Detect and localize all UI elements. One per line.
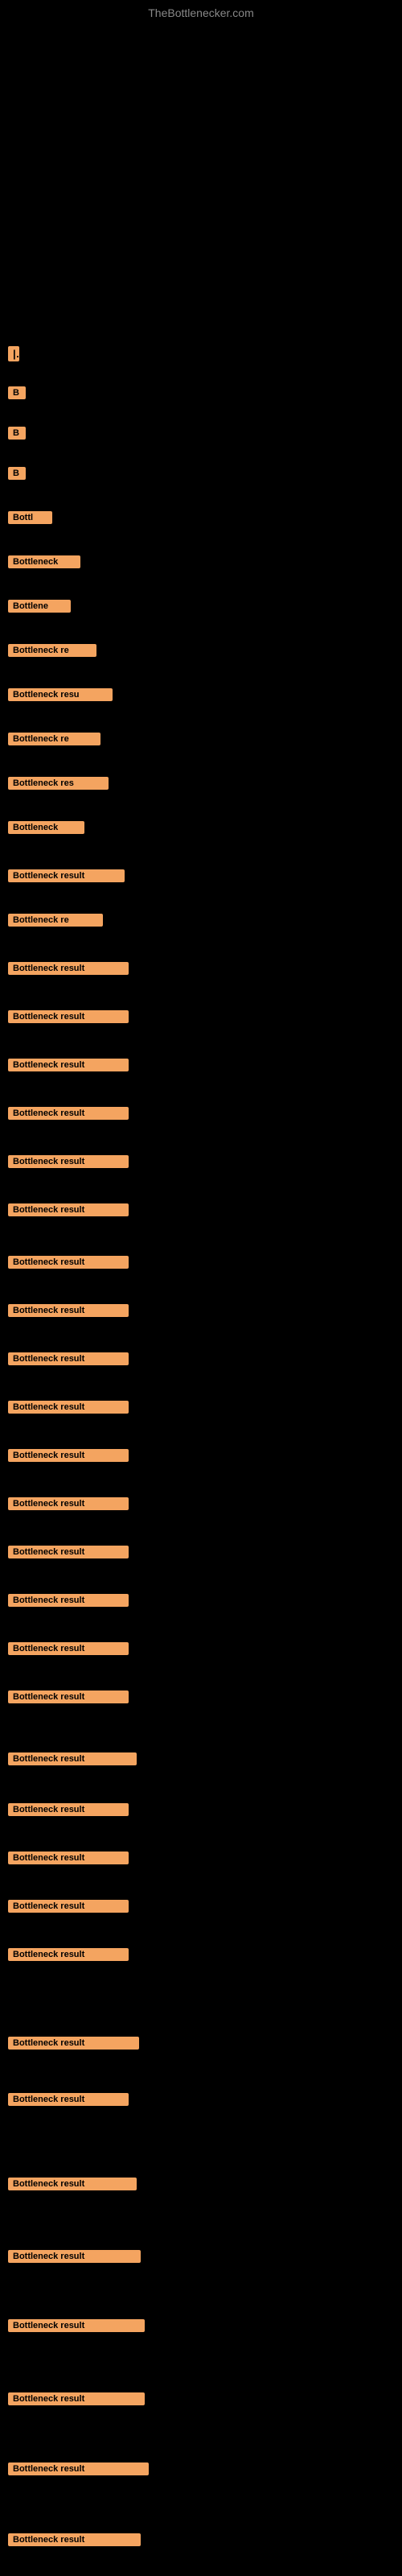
badge-7[interactable]: Bottlene xyxy=(8,600,71,613)
badge-43[interactable]: Bottleneck result xyxy=(8,2533,141,2546)
badge-32[interactable]: Bottleneck result xyxy=(8,1803,129,1816)
badge-26[interactable]: Bottleneck result xyxy=(8,1497,129,1510)
badge-3[interactable]: B xyxy=(8,427,26,440)
badge-30[interactable]: Bottleneck result xyxy=(8,1690,129,1703)
badge-39[interactable]: Bottleneck result xyxy=(8,2250,141,2263)
badge-9[interactable]: Bottleneck resu xyxy=(8,688,113,701)
badge-15[interactable]: Bottleneck result xyxy=(8,962,129,975)
badge-6[interactable]: Bottleneck xyxy=(8,555,80,568)
badge-28[interactable]: Bottleneck result xyxy=(8,1594,129,1607)
badge-41[interactable]: Bottleneck result xyxy=(8,2392,145,2405)
badge-2[interactable]: B xyxy=(8,386,26,399)
badge-16[interactable]: Bottleneck result xyxy=(8,1010,129,1023)
badge-13[interactable]: Bottleneck result xyxy=(8,869,125,882)
badge-42[interactable]: Bottleneck result xyxy=(8,2462,149,2475)
badge-12[interactable]: Bottleneck xyxy=(8,821,84,834)
badge-1[interactable]: | xyxy=(8,346,19,361)
badge-14[interactable]: Bottleneck re xyxy=(8,914,103,927)
badge-31[interactable]: Bottleneck result xyxy=(8,1752,137,1765)
badge-24[interactable]: Bottleneck result xyxy=(8,1401,129,1414)
badge-22[interactable]: Bottleneck result xyxy=(8,1304,129,1317)
badge-27[interactable]: Bottleneck result xyxy=(8,1546,129,1558)
badge-36[interactable]: Bottleneck result xyxy=(8,2037,139,2050)
badge-17[interactable]: Bottleneck result xyxy=(8,1059,129,1071)
badge-25[interactable]: Bottleneck result xyxy=(8,1449,129,1462)
badge-33[interactable]: Bottleneck result xyxy=(8,1852,129,1864)
badge-8[interactable]: Bottleneck re xyxy=(8,644,96,657)
badge-11[interactable]: Bottleneck res xyxy=(8,777,109,790)
badge-23[interactable]: Bottleneck result xyxy=(8,1352,129,1365)
badge-21[interactable]: Bottleneck result xyxy=(8,1256,129,1269)
site-title: TheBottlenecker.com xyxy=(148,6,254,19)
badge-5[interactable]: Bottl xyxy=(8,511,52,524)
badge-10[interactable]: Bottleneck re xyxy=(8,733,100,745)
badge-18[interactable]: Bottleneck result xyxy=(8,1107,129,1120)
badge-19[interactable]: Bottleneck result xyxy=(8,1155,129,1168)
badge-35[interactable]: Bottleneck result xyxy=(8,1948,129,1961)
badge-40[interactable]: Bottleneck result xyxy=(8,2319,145,2332)
badge-4[interactable]: B xyxy=(8,467,26,480)
badge-38[interactable]: Bottleneck result xyxy=(8,2178,137,2190)
badge-29[interactable]: Bottleneck result xyxy=(8,1642,129,1655)
badge-20[interactable]: Bottleneck result xyxy=(8,1203,129,1216)
badge-34[interactable]: Bottleneck result xyxy=(8,1900,129,1913)
badge-37[interactable]: Bottleneck result xyxy=(8,2093,129,2106)
